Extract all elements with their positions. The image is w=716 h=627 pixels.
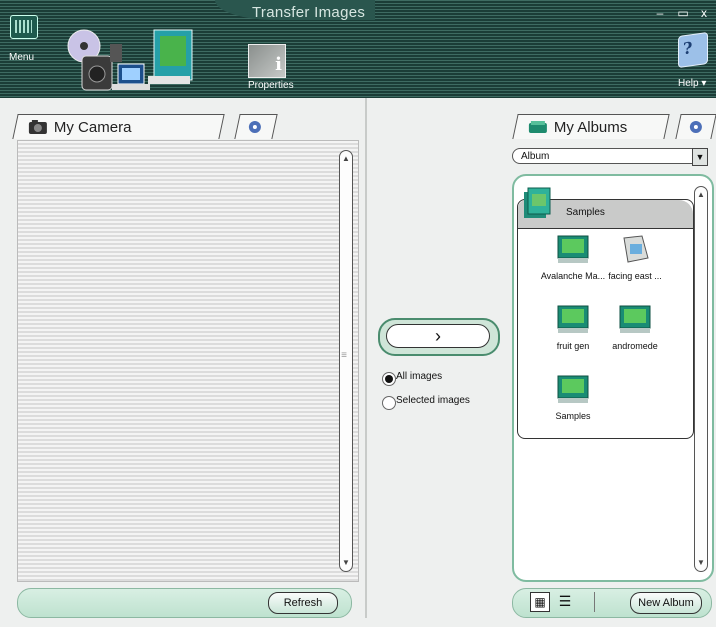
camera-icon [28,120,47,134]
album-item[interactable]: andromede [600,304,670,351]
albums-scroll-down-icon[interactable]: ▼ [697,557,705,569]
album-book-icon [557,235,589,263]
album-settings-icon [689,121,702,133]
tab-camera-secondary[interactable] [234,114,278,139]
albums-scrollbar[interactable]: ▲ ▼ [694,186,708,572]
radio-all-images-label[interactable]: All images [396,371,442,382]
album-tabs: My Albums [512,114,716,140]
tab-my-albums-label: My Albums [553,118,628,136]
minimize-button[interactable]: – [652,6,668,20]
radio-selected-images[interactable] [382,396,396,410]
properties-icon[interactable]: i [248,44,286,78]
tab-album-secondary[interactable] [675,114,716,139]
album-item[interactable]: facing east ... [600,234,670,281]
albums-icon [528,121,547,133]
album-item[interactable]: Avalanche Ma... [538,234,608,281]
camera-image-list[interactable] [17,140,359,582]
transfer-hero-icon [67,29,193,91]
scroll-down-icon[interactable]: ▼ [342,557,350,569]
close-button[interactable]: x [696,6,712,20]
menu-icon[interactable] [10,15,38,39]
camera-scrollbar[interactable]: ▲ ▼ [339,150,353,572]
scroll-icon [623,235,649,263]
chevron-down-icon[interactable]: ▼ [692,148,708,166]
maximize-button[interactable]: ▭ [675,6,691,20]
tab-my-albums[interactable]: My Albums [512,114,670,139]
help-label[interactable]: Help ▾ [678,78,706,89]
thumbnail-view-icon[interactable]: ▦ [530,592,550,612]
transfer-button-frame: › [378,318,500,356]
album-label: Avalanche Ma... [540,271,606,281]
album-group-title: Samples [566,207,605,218]
properties-label[interactable]: Properties [248,80,294,91]
album-book-icon [619,305,651,333]
album-item[interactable]: Samples [538,374,608,421]
album-group-header[interactable]: Samples [518,187,693,229]
menu-label[interactable]: Menu [9,52,34,63]
album-group: Samples Avalanche Ma... facing east ... … [517,187,694,439]
albums-scroll-up-icon[interactable]: ▲ [697,189,705,201]
album-book-icon [557,375,589,403]
scroll-up-icon[interactable]: ▲ [342,153,350,165]
camera-settings-icon [248,121,261,133]
album-label: fruit gen [556,341,590,351]
list-view-icon[interactable]: ☰ [556,592,574,610]
transfer-button[interactable]: › [386,324,490,348]
splitter-grip-icon[interactable]: ≡ [340,350,348,361]
help-icon[interactable]: ? [678,31,708,69]
title-toolbar: Transfer Images – ▭ x Menu i Properties … [0,0,716,98]
tab-my-camera[interactable]: My Camera [12,114,225,139]
new-album-button[interactable]: New Album [630,592,702,614]
album-select[interactable]: Album ▼ [512,148,708,166]
refresh-button[interactable]: Refresh [268,592,338,614]
footer-separator [594,592,595,612]
album-item[interactable]: fruit gen [538,304,608,351]
radio-selected-images-label[interactable]: Selected images [396,395,470,406]
album-select-value: Album [521,151,550,162]
camera-tabs: My Camera [12,114,350,140]
album-label: Samples [555,411,591,421]
window-title: Transfer Images [252,4,366,21]
tab-my-camera-label: My Camera [53,118,132,136]
album-label: andromede [612,341,658,351]
album-group-icon [524,187,551,218]
album-book-icon [557,305,589,333]
radio-all-images[interactable] [382,372,396,386]
pane-divider[interactable] [365,98,367,618]
album-label: facing east ... [608,271,662,281]
